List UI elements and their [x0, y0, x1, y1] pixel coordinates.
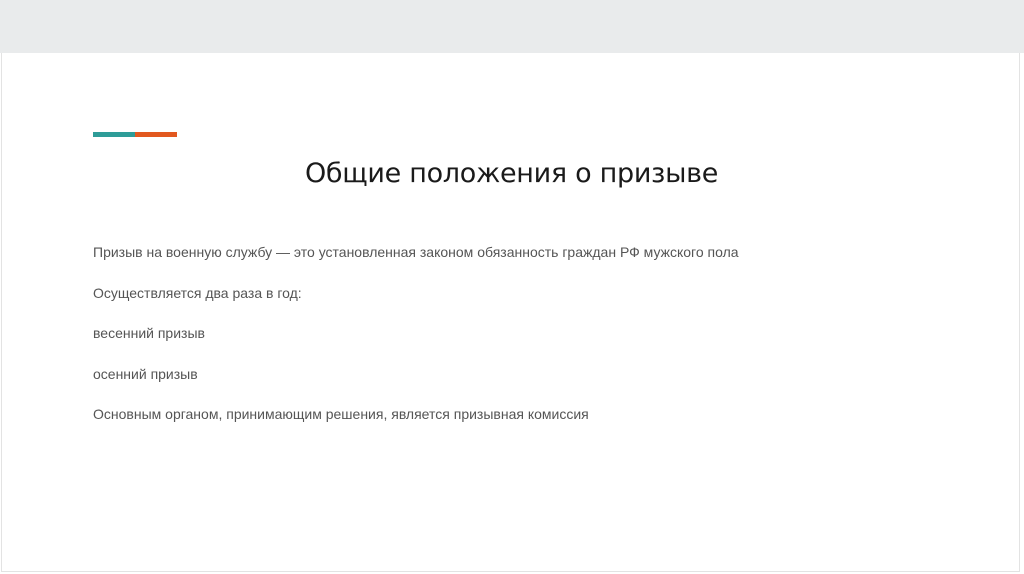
body-paragraph: осенний призыв	[93, 365, 198, 382]
slide-title: Общие положения о призыве	[304, 158, 719, 189]
body-paragraph: Осуществляется два раза в год:	[93, 284, 302, 301]
body-paragraph: Призыв на военную службу — это установле…	[93, 244, 739, 260]
body-paragraph: Основным органом, принимающим решения, я…	[93, 406, 589, 422]
body-paragraph: весенний призыв	[93, 325, 205, 341]
title-accent-bar	[93, 132, 177, 137]
slide: Общие положения о призыве Призыв на воен…	[1, 53, 1020, 572]
accent-bar-orange-segment	[135, 132, 177, 137]
presentation-viewer: Общие положения о призыве Призыв на воен…	[0, 0, 1024, 574]
viewer-top-bar	[0, 0, 1024, 53]
accent-bar-teal-segment	[93, 132, 135, 137]
slide-body: Призыв на военную службу — это установле…	[93, 242, 973, 445]
